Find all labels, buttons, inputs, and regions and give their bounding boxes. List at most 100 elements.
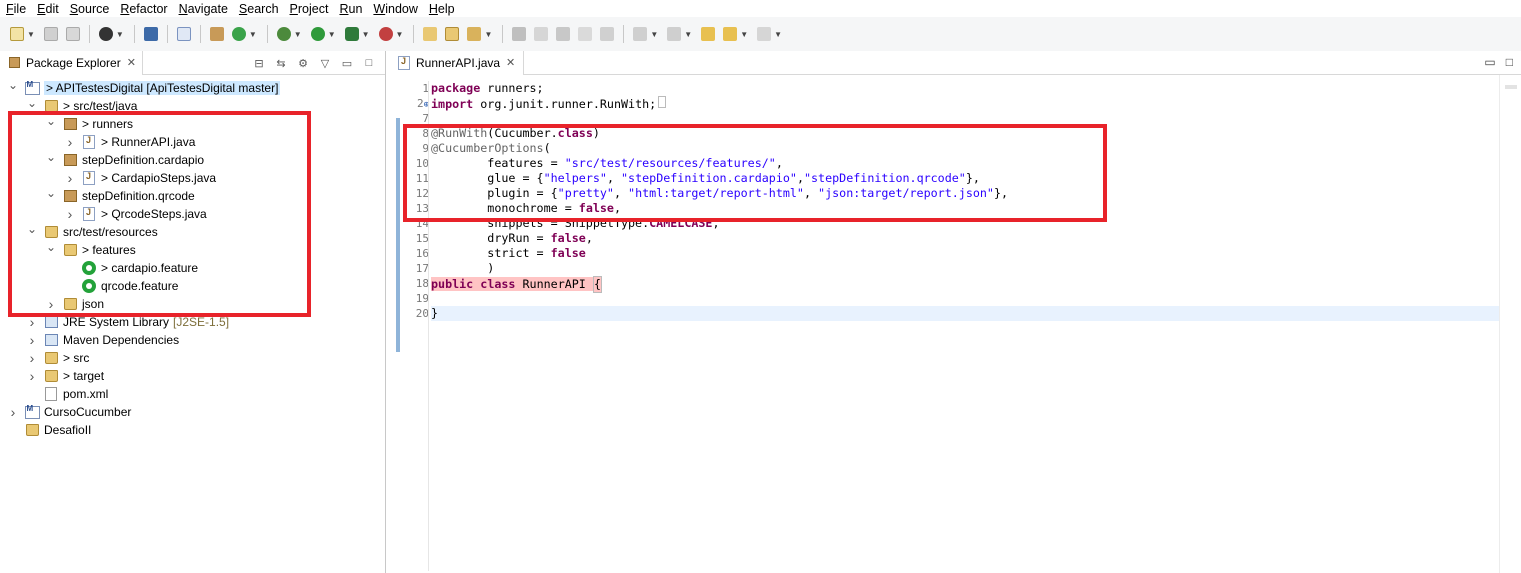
external-tools-dropdown-icon[interactable]: ▼	[396, 30, 404, 39]
close-icon[interactable]: ✕	[506, 56, 515, 69]
menu-navigate[interactable]: Navigate	[173, 1, 233, 17]
filters-icon[interactable]: ⚙	[295, 55, 311, 71]
menu-run[interactable]: Run	[333, 1, 367, 17]
new-package-icon[interactable]	[208, 25, 226, 43]
save-icon[interactable]	[42, 25, 60, 43]
menu-window[interactable]: Window	[367, 1, 422, 17]
java-file-icon	[81, 134, 97, 150]
prev-annotation-dropdown-icon[interactable]: ▼	[684, 30, 692, 39]
chevron-right-icon[interactable]: ›	[27, 314, 37, 330]
run-dropdown-icon[interactable]: ▼	[328, 30, 336, 39]
tree-item[interactable]: › JRE System Library [J2SE-1.5]	[27, 313, 229, 331]
tree-item[interactable]: › > src	[27, 349, 90, 367]
tree-item[interactable]: > cardapio.feature	[65, 259, 198, 277]
toggle-mark-icon[interactable]	[510, 25, 528, 43]
profile-dropdown-icon[interactable]: ▼	[116, 30, 124, 39]
overview-ruler[interactable]	[1499, 75, 1521, 573]
tree-item[interactable]: › > target	[27, 367, 104, 385]
chevron-right-icon[interactable]: ›	[27, 368, 37, 384]
menu-source[interactable]: Source	[64, 1, 115, 17]
menu-search[interactable]: Search	[233, 1, 284, 17]
forward-icon[interactable]	[755, 25, 773, 43]
back-icon[interactable]	[721, 25, 739, 43]
tree-item[interactable]: › > RunnerAPI.java	[65, 133, 196, 151]
chevron-right-icon[interactable]: ›	[65, 206, 75, 222]
search-dropdown-icon[interactable]: ▼	[484, 30, 492, 39]
next-annotation-icon[interactable]	[631, 25, 649, 43]
minimize-icon[interactable]: ▭	[339, 55, 355, 71]
coverage-icon[interactable]	[343, 25, 361, 43]
refresh-icon[interactable]	[230, 25, 248, 43]
save-all-icon[interactable]	[64, 25, 82, 43]
chevron-right-icon[interactable]: ›	[27, 332, 37, 348]
debug-dropdown-icon[interactable]: ▼	[294, 30, 302, 39]
menu-file[interactable]: File	[0, 1, 31, 17]
next-annotation-dropdown-icon[interactable]: ▼	[650, 30, 658, 39]
chevron-down-icon[interactable]: ⌄	[46, 186, 56, 200]
tree-item[interactable]: › CursoCucumber	[8, 403, 132, 421]
terminal-icon[interactable]	[142, 25, 160, 43]
tree-item[interactable]: ⌄ > runners	[46, 114, 133, 133]
menu-edit[interactable]: Edit	[31, 1, 64, 17]
close-icon[interactable]: ✕	[127, 56, 136, 69]
tree-item[interactable]: ⌄ > APITestesDigital [ApiTestesDigital ma…	[8, 78, 281, 97]
tree-item[interactable]: › > QrcodeSteps.java	[65, 205, 207, 223]
pilcrow-icon[interactable]	[598, 25, 616, 43]
search-icon[interactable]	[465, 25, 483, 43]
menu-help[interactable]: Help	[423, 1, 460, 17]
tree-item[interactable]: qrcode.feature	[65, 277, 178, 295]
minimize-icon[interactable]: ▭	[1484, 55, 1495, 69]
tree-item[interactable]: ⌄ > features	[46, 240, 136, 259]
menu-project[interactable]: Project	[284, 1, 334, 17]
maximize-icon[interactable]: □	[361, 55, 377, 71]
new-dropdown-icon[interactable]: ▼	[27, 30, 35, 39]
code-area[interactable]: package runners; import org.junit.runner.…	[431, 81, 1008, 321]
skip-breakpoints-icon[interactable]	[175, 25, 193, 43]
back-dropdown-icon[interactable]: ▼	[740, 30, 748, 39]
chevron-right-icon[interactable]: ›	[46, 296, 56, 312]
link-with-editor-icon[interactable]: ⇆	[273, 55, 289, 71]
last-edit-icon[interactable]	[699, 25, 717, 43]
tab-package-explorer[interactable]: Package Explorer ✕	[0, 50, 143, 75]
editor-panel: RunnerAPI.java ✕ ▭ □ 12⊕7891011121314151…	[390, 50, 1521, 573]
debug-icon[interactable]	[275, 25, 293, 43]
new-icon[interactable]	[8, 25, 26, 43]
tree-item[interactable]: DesafioII	[8, 421, 91, 439]
tree-item[interactable]: ⌄ stepDefinition.qrcode	[46, 186, 195, 205]
chevron-right-icon[interactable]: ›	[65, 170, 75, 186]
chevron-down-icon[interactable]: ⌄	[46, 114, 56, 128]
block-select-icon[interactable]	[554, 25, 572, 43]
forward-dropdown-icon[interactable]: ▼	[774, 30, 782, 39]
chevron-down-icon[interactable]: ⌄	[46, 150, 56, 164]
chevron-down-icon[interactable]: ⌄	[27, 222, 37, 236]
prev-annotation-icon[interactable]	[665, 25, 683, 43]
open-folder-icon[interactable]	[443, 25, 461, 43]
chevron-right-icon[interactable]: ›	[27, 350, 37, 366]
tree-item[interactable]: ⌄ src/test/resources	[27, 222, 158, 241]
collapse-all-icon[interactable]: ⊟	[251, 55, 267, 71]
refresh-dropdown-icon[interactable]: ▼	[249, 30, 257, 39]
chevron-right-icon[interactable]: ›	[8, 404, 18, 420]
folded-region-icon[interactable]	[658, 96, 667, 108]
tab-runnerapi-java[interactable]: RunnerAPI.java ✕	[390, 50, 525, 75]
menu-refactor[interactable]: Refactor	[114, 1, 172, 17]
external-tools-icon[interactable]	[377, 25, 395, 43]
run-icon[interactable]	[309, 25, 327, 43]
tree-item[interactable]: › Maven Dependencies	[27, 331, 179, 349]
tree-item[interactable]: ⌄ > src/test/java	[27, 96, 137, 115]
tree-item[interactable]: › > CardapioSteps.java	[65, 169, 216, 187]
profile-icon[interactable]	[97, 25, 115, 43]
tree-item[interactable]: › json	[46, 295, 104, 313]
view-menu-icon[interactable]: ▽	[317, 55, 333, 71]
tree-item[interactable]: ⌄ stepDefinition.cardapio	[46, 150, 204, 169]
chevron-right-icon[interactable]: ›	[65, 134, 75, 150]
chevron-down-icon[interactable]: ⌄	[27, 96, 37, 110]
maximize-icon[interactable]: □	[1506, 55, 1513, 69]
toggle-highlight-icon[interactable]	[532, 25, 550, 43]
open-type-icon[interactable]	[421, 25, 439, 43]
chevron-down-icon[interactable]: ⌄	[8, 78, 18, 92]
coverage-dropdown-icon[interactable]: ▼	[362, 30, 370, 39]
tree-item[interactable]: pom.xml	[27, 385, 108, 403]
show-whitespace-icon[interactable]	[576, 25, 594, 43]
chevron-down-icon[interactable]: ⌄	[46, 240, 56, 254]
